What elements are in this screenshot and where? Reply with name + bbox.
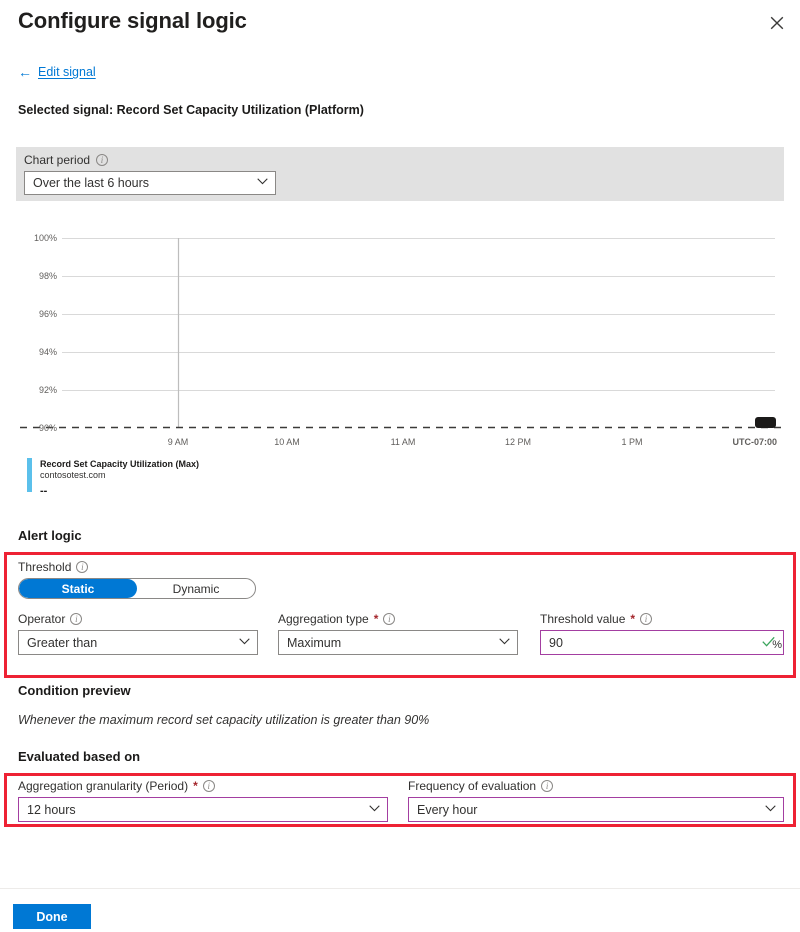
frequency-of-evaluation-value: Every hour (417, 802, 478, 817)
chart-period-panel: Chart period i Over the last 6 hours (16, 147, 784, 201)
metric-chart: 100% 98% 96% 94% 92% 90% 9 AM 10 AM 11 A… (0, 215, 800, 460)
operator-value: Greater than (27, 635, 98, 650)
info-icon[interactable]: i (202, 780, 215, 792)
arrow-left-icon: ← (18, 64, 32, 80)
frequency-of-evaluation-select[interactable]: Every hour (408, 797, 784, 822)
chart-period-label: Chart period i (24, 153, 109, 167)
svg-text:92%: 92% (39, 385, 57, 395)
back-link-label: Edit signal (38, 65, 96, 79)
condition-preview-text: Whenever the maximum record set capacity… (18, 713, 430, 727)
chart-period-label-text: Chart period (24, 153, 91, 167)
required-asterisk: * (193, 779, 198, 793)
aggregation-granularity-label: Aggregation granularity (Period) * i (18, 779, 388, 793)
threshold-value-field: Threshold value * i 90 % (540, 612, 784, 655)
chart-gridlines (62, 238, 775, 391)
legend-text-block: Record Set Capacity Utilization (Max) co… (40, 458, 200, 497)
alert-logic-heading: Alert logic (18, 528, 82, 543)
svg-text:90%: 90% (39, 423, 57, 433)
info-icon[interactable]: i (383, 613, 396, 625)
chart-svg: 100% 98% 96% 94% 92% 90% 9 AM 10 AM 11 A… (20, 233, 785, 447)
chart-x-axis-labels: 9 AM 10 AM 11 AM 12 PM 1 PM (168, 437, 643, 447)
chart-data-marker (755, 417, 776, 428)
threshold-option-dynamic[interactable]: Dynamic (137, 579, 255, 598)
info-icon[interactable]: i (640, 613, 653, 625)
info-icon[interactable]: i (76, 561, 89, 573)
svg-text:1 PM: 1 PM (621, 437, 642, 447)
condition-preview-heading: Condition preview (18, 683, 131, 698)
frequency-of-evaluation-label: Frequency of evaluation i (408, 779, 784, 793)
threshold-type-toggle[interactable]: Static Dynamic (18, 578, 256, 599)
threshold-option-static[interactable]: Static (19, 579, 137, 598)
chart-y-axis-labels: 100% 98% 96% 94% 92% 90% (34, 233, 57, 433)
operator-label-text: Operator (18, 612, 66, 626)
legend-series-title: Record Set Capacity Utilization (Max) (40, 459, 200, 469)
selected-signal-text: Selected signal: Record Set Capacity Uti… (18, 103, 364, 117)
svg-text:98%: 98% (39, 271, 57, 281)
legend-resource-name: contosotest.com (40, 470, 106, 480)
chevron-down-icon (765, 804, 776, 815)
chart-period-select[interactable]: Over the last 6 hours (24, 171, 276, 195)
frequency-of-evaluation-field: Frequency of evaluation i Every hour (408, 779, 784, 822)
legend-color-swatch (27, 458, 32, 492)
svg-text:100%: 100% (34, 233, 57, 243)
threshold-label: Threshold i (18, 560, 256, 574)
threshold-value-input[interactable]: 90 (540, 630, 784, 655)
done-button[interactable]: Done (13, 904, 91, 929)
threshold-value-text: 90 (549, 635, 563, 650)
chart-timezone-label: UTC-07:00 (732, 437, 777, 447)
threshold-value-label: Threshold value * i (540, 612, 784, 626)
aggregation-granularity-value: 12 hours (27, 802, 76, 817)
chevron-down-icon (257, 178, 268, 188)
footer-divider (0, 888, 800, 889)
page-title: Configure signal logic (18, 8, 247, 33)
threshold-value-unit: % (772, 639, 782, 651)
svg-text:12 PM: 12 PM (505, 437, 531, 447)
threshold-field: Threshold i Static Dynamic (18, 560, 256, 599)
operator-label: Operator i (18, 612, 258, 626)
chevron-down-icon (239, 637, 250, 648)
aggregation-type-value: Maximum (287, 635, 342, 650)
operator-select[interactable]: Greater than (18, 630, 258, 655)
info-icon[interactable]: i (96, 154, 109, 166)
chevron-down-icon (369, 804, 380, 815)
aggregation-type-select[interactable]: Maximum (278, 630, 518, 655)
required-asterisk: * (630, 612, 636, 626)
evaluated-based-on-heading: Evaluated based on (18, 749, 141, 764)
chevron-down-icon (499, 637, 510, 648)
aggregation-type-label-text: Aggregation type (278, 612, 369, 626)
svg-text:10 AM: 10 AM (274, 437, 300, 447)
svg-text:96%: 96% (39, 309, 57, 319)
back-to-edit-signal-link[interactable]: ← Edit signal (18, 65, 96, 79)
svg-text:94%: 94% (39, 347, 57, 357)
operator-field: Operator i Greater than (18, 612, 258, 655)
required-asterisk: * (373, 612, 379, 626)
threshold-label-text: Threshold (18, 560, 72, 574)
frequency-of-evaluation-label-text: Frequency of evaluation (408, 779, 537, 793)
aggregation-granularity-label-text: Aggregation granularity (Period) (18, 779, 189, 793)
close-icon (770, 16, 784, 30)
close-button[interactable] (762, 8, 792, 38)
chart-period-value: Over the last 6 hours (33, 176, 150, 190)
aggregation-type-field: Aggregation type * i Maximum (278, 612, 518, 655)
aggregation-granularity-field: Aggregation granularity (Period) * i 12 … (18, 779, 388, 822)
svg-text:9 AM: 9 AM (168, 437, 189, 447)
svg-text:11 AM: 11 AM (391, 437, 416, 447)
info-icon[interactable]: i (541, 780, 554, 792)
info-icon[interactable]: i (70, 613, 83, 625)
aggregation-type-label: Aggregation type * i (278, 612, 518, 626)
aggregation-granularity-select[interactable]: 12 hours (18, 797, 388, 822)
legend-series-value: -- (40, 485, 48, 497)
chart-legend: Record Set Capacity Utilization (Max) co… (27, 458, 200, 497)
threshold-value-label-text: Threshold value (540, 612, 626, 626)
